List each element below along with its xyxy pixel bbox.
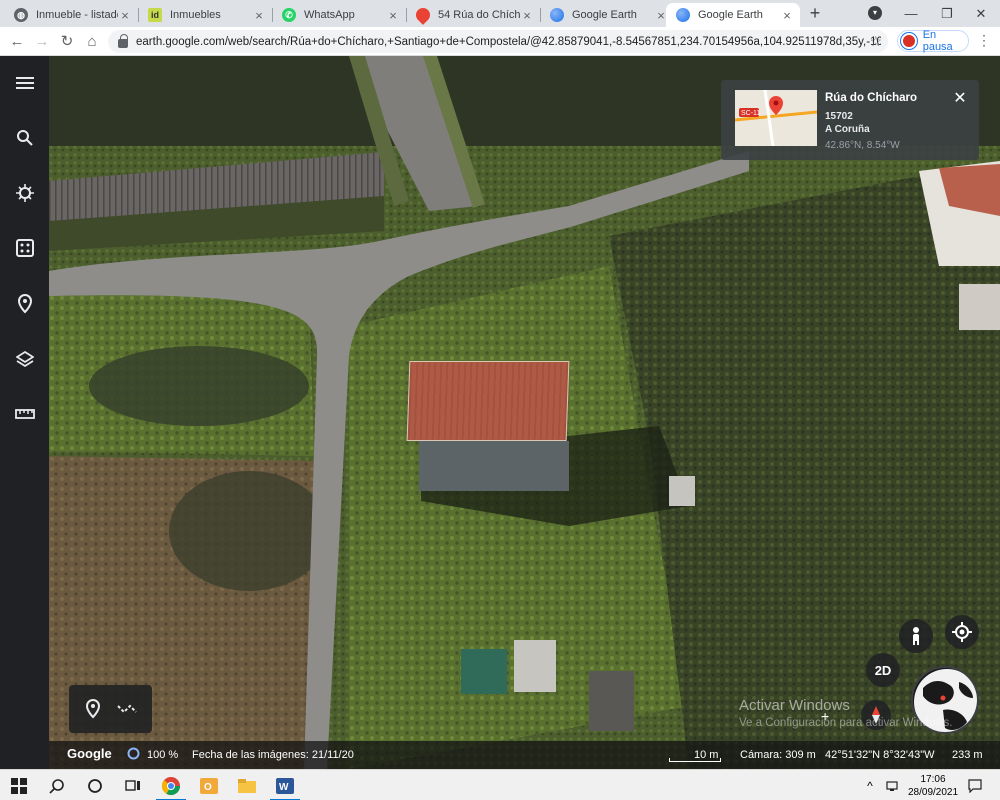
scale-bar (669, 758, 721, 762)
clock-time: 17:06 (920, 774, 946, 785)
browser-tab-strip: ◍ Inmueble - listado d × id Inmuebles × … (0, 0, 1000, 27)
voyager-icon[interactable] (12, 180, 37, 205)
tab-title: Google Earth (572, 9, 637, 21)
location-name: Rúa do Chícharo (825, 92, 918, 104)
tab-title: WhatsApp (304, 9, 355, 21)
task-view-icon[interactable] (114, 770, 152, 800)
toggle-2d-3d-button[interactable]: 2D (866, 653, 900, 687)
search-icon[interactable] (38, 770, 76, 800)
profile-button[interactable]: En pausa (897, 29, 969, 53)
tab-title: 54 Rúa do Chícharo (438, 9, 520, 21)
tab-google-earth-active[interactable]: Google Earth × (666, 3, 800, 27)
outlook-taskbar-icon[interactable]: O (190, 770, 228, 800)
tab-whatsapp[interactable]: ✆ WhatsApp × (272, 3, 406, 27)
globe-icon: ◍ (14, 8, 28, 22)
whatsapp-icon: ✆ (282, 8, 296, 22)
my-location-icon[interactable] (945, 615, 979, 649)
lock-icon (118, 33, 128, 48)
close-icon[interactable]: ✕ (951, 88, 969, 108)
map-style-layers-icon[interactable] (12, 346, 37, 371)
house-facade (419, 441, 569, 491)
clock-date: 28/09/2021 (908, 787, 959, 798)
home-icon[interactable]: ⌂ (82, 32, 102, 52)
windows-taskbar: O W ^ 17:06 28/09/2021 (0, 769, 1000, 800)
search-icon[interactable] (12, 125, 37, 150)
location-info-card: SC-11 Rúa do Chícharo 15702 A Coruña 42.… (721, 80, 979, 160)
earth-sidebar (0, 56, 49, 769)
back-icon[interactable]: ← (7, 32, 27, 52)
tab-inmueble-listado[interactable]: ◍ Inmueble - listado d × (4, 3, 138, 27)
system-clock[interactable]: 17:06 28/09/2021 (908, 773, 958, 799)
cortana-icon[interactable] (76, 770, 114, 800)
tab-title: Google Earth (698, 9, 763, 21)
house-roof (406, 361, 570, 441)
location-coordinates: 42.86°N, 8.54°W (825, 140, 900, 151)
new-tab-button[interactable]: + (804, 3, 826, 25)
file-explorer-icon[interactable] (228, 770, 266, 800)
svg-text:W: W (279, 782, 289, 793)
idealista-icon: id (148, 8, 162, 22)
reload-icon[interactable]: ↻ (57, 32, 77, 52)
close-tab-icon[interactable]: × (520, 8, 534, 23)
drawing-tools-panel (69, 685, 152, 733)
zoom-indicator-icon[interactable] (127, 747, 140, 763)
profile-status: En pausa (922, 29, 953, 53)
address-bar[interactable]: earth.google.com/web/search/Rúa+do+Chích… (108, 30, 888, 53)
browser-toolbar: ← → ↻ ⌂ earth.google.com/web/search/Rúa+… (0, 27, 1000, 56)
maps-pin-icon (413, 5, 433, 25)
tab-google-earth-1[interactable]: Google Earth × (540, 3, 674, 27)
hamburger-menu-icon[interactable] (12, 70, 37, 95)
word-taskbar-icon[interactable]: W (266, 770, 304, 800)
windows-activation-subtitle: Ve a Configuración para activar Windows. (739, 717, 953, 729)
zoom-level: 100 % (147, 749, 179, 761)
tab-title: Inmuebles (170, 9, 221, 21)
add-placemark-icon[interactable] (81, 697, 105, 721)
bookmark-star-icon[interactable]: ☆ (869, 33, 882, 50)
windows-activation-title: Activar Windows (739, 697, 850, 714)
location-postal-code: 15702 (825, 111, 853, 122)
road-shield-label: SC-11 (741, 110, 760, 117)
imagery-date: Fecha de las imágenes: 21/11/20 (192, 749, 354, 761)
tab-search-icon[interactable]: ▾ (868, 6, 882, 20)
measure-ruler-icon[interactable] (12, 401, 37, 426)
earth-icon (550, 8, 564, 22)
earth-3d-view[interactable]: SC-11 Rúa do Chícharo 15702 A Coruña 42.… (49, 56, 1000, 769)
cursor-coordinates: 42°51'32"N 8°32'43"W (825, 749, 935, 761)
close-tab-icon[interactable]: × (252, 8, 266, 23)
ground-elevation: 233 m (952, 749, 983, 761)
minimize-button[interactable]: — (892, 0, 930, 27)
url-text: earth.google.com/web/search/Rúa+do+Chích… (136, 35, 881, 48)
feeling-lucky-dice-icon[interactable] (12, 235, 37, 260)
google-logo: Google (67, 746, 112, 761)
pegman-street-view-icon[interactable] (899, 619, 933, 653)
crosshair-cursor-icon: + (821, 708, 830, 724)
location-map-thumbnail[interactable]: SC-11 (735, 90, 817, 146)
restore-button[interactable]: ❐ (928, 0, 966, 27)
windows-start-icon[interactable] (0, 770, 38, 800)
camera-altitude: Cámara: 309 m (740, 749, 816, 761)
location-city: A Coruña (825, 124, 870, 135)
tab-title: Inmueble - listado d (36, 9, 118, 21)
chrome-taskbar-icon[interactable] (152, 770, 190, 800)
tray-chevron-icon[interactable]: ^ (860, 770, 880, 800)
close-window-button[interactable]: ✕ (962, 0, 1000, 27)
close-tab-icon[interactable]: × (780, 8, 794, 23)
svg-text:O: O (204, 782, 212, 793)
projects-pin-icon[interactable] (12, 291, 37, 316)
menu-kebab-icon[interactable]: ⋮ (976, 32, 992, 49)
earth-status-bar: Google 100 % Fecha de las imágenes: 21/1… (49, 741, 1000, 769)
tab-rua-do-chicharo[interactable]: 54 Rúa do Chícharo × (406, 3, 540, 27)
network-icon[interactable] (882, 770, 904, 800)
earth-icon (676, 8, 690, 22)
tab-inmuebles[interactable]: id Inmuebles × (138, 3, 272, 27)
close-tab-icon[interactable]: × (118, 8, 132, 23)
forward-icon[interactable]: → (32, 32, 52, 52)
close-tab-icon[interactable]: × (386, 8, 400, 23)
avatar (901, 33, 917, 49)
draw-path-icon[interactable] (115, 697, 139, 721)
notifications-icon[interactable] (962, 770, 988, 800)
